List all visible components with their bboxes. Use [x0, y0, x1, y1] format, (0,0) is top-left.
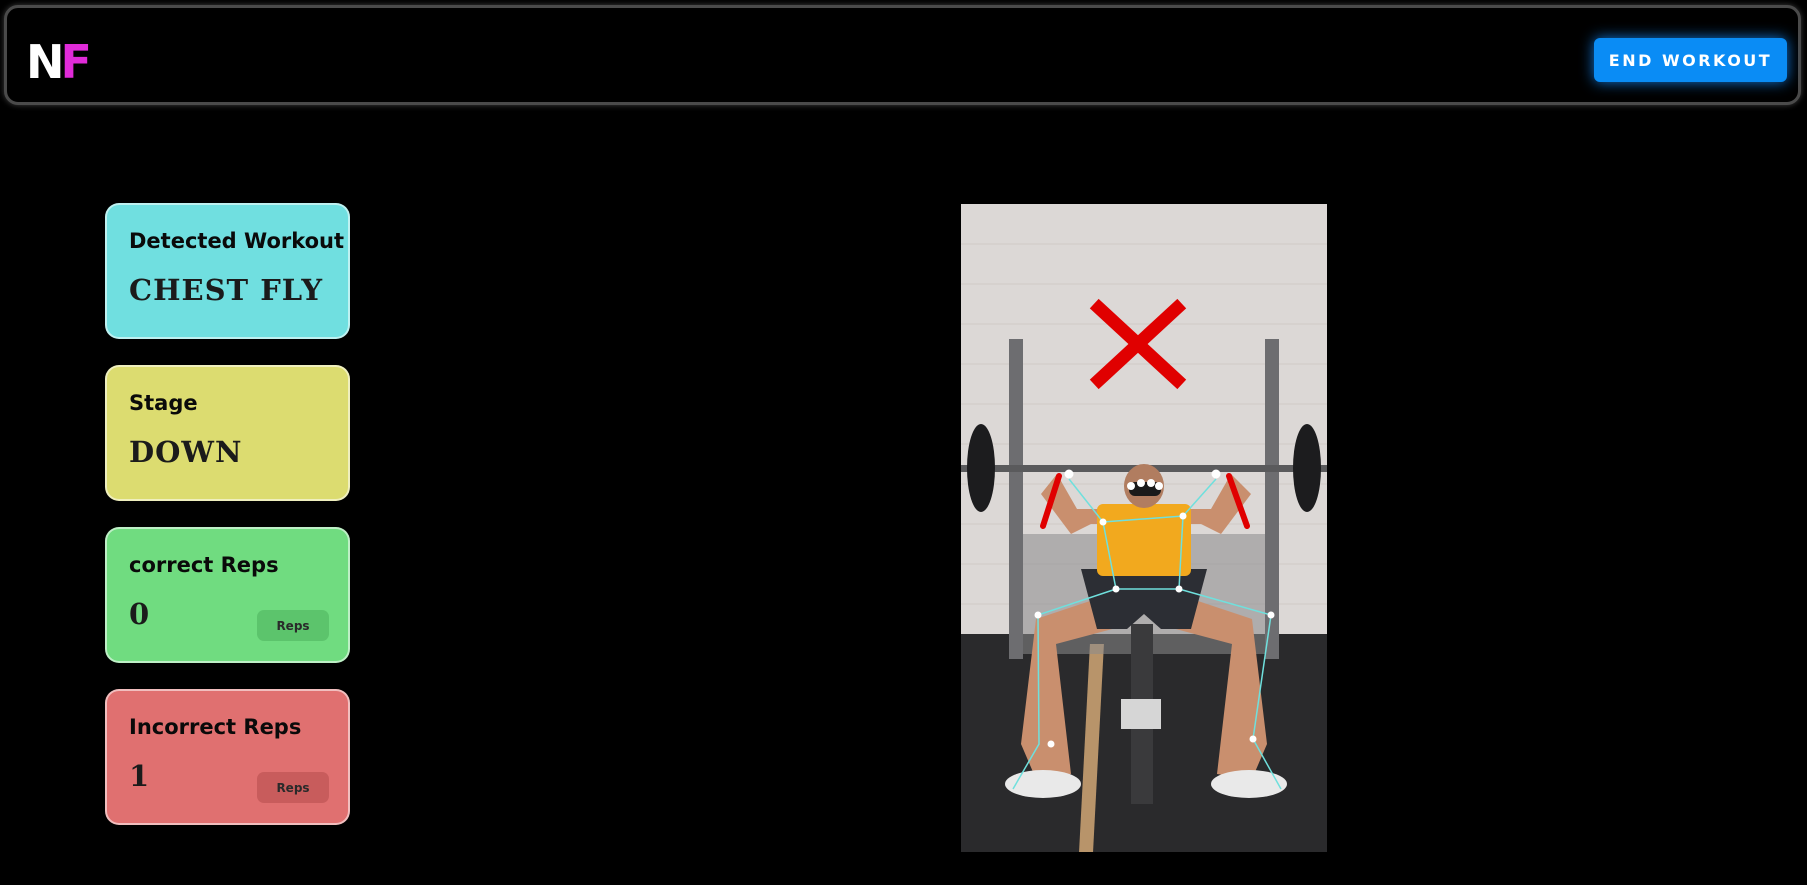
- correct-reps-badge: Reps: [257, 610, 329, 641]
- app-logo[interactable]: NF: [26, 39, 92, 85]
- incorrect-reps-title: Incorrect Reps: [129, 715, 302, 739]
- right-shoe: [1211, 770, 1287, 798]
- weight-plate-right: [1293, 424, 1321, 512]
- bench-foot: [1121, 699, 1161, 729]
- camera-feed: [961, 204, 1327, 852]
- weight-plate-left: [967, 424, 995, 512]
- rack-right-upright: [1265, 339, 1279, 659]
- incorrect-reps-card: Incorrect Reps 1 Reps: [105, 689, 350, 825]
- stage-card: Stage DOWN: [105, 365, 350, 501]
- correct-reps-card: correct Reps 0 Reps: [105, 527, 350, 663]
- stage-title: Stage: [129, 391, 198, 415]
- correct-reps-title: correct Reps: [129, 553, 279, 577]
- correct-reps-value: 0: [129, 597, 151, 631]
- incorrect-reps-badge: Reps: [257, 772, 329, 803]
- incorrect-reps-value: 1: [129, 759, 151, 793]
- logo-letter-n: N: [26, 35, 64, 89]
- detected-workout-value: CHEST FLY: [129, 273, 324, 307]
- rack-left-upright: [1009, 339, 1023, 659]
- detected-workout-title: Detected Workout: [129, 229, 345, 253]
- stage-value: DOWN: [129, 435, 243, 469]
- logo-letter-f: F: [60, 35, 93, 89]
- pose-overlay: [961, 204, 1327, 852]
- detected-workout-card: Detected Workout CHEST FLY: [105, 203, 350, 339]
- top-navbar: NF END WORKOUT: [4, 5, 1801, 105]
- end-workout-button[interactable]: END WORKOUT: [1594, 38, 1787, 82]
